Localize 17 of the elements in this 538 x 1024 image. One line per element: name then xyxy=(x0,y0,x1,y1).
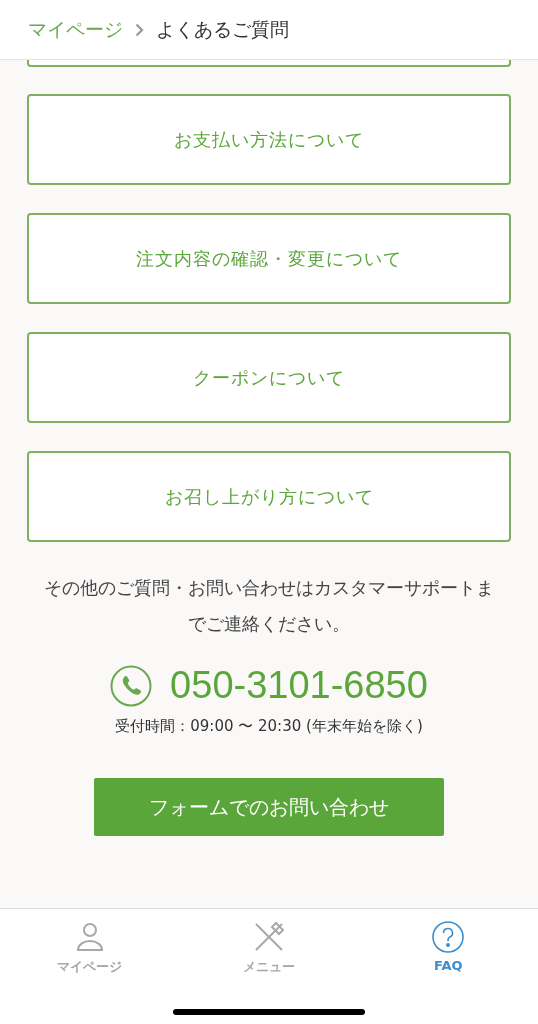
contact-form-button[interactable]: フォームでのお問い合わせ xyxy=(94,778,444,836)
faq-card[interactable]: クーポンについて xyxy=(27,332,511,423)
faq-card[interactable]: 注文内容の確認・変更について xyxy=(27,213,511,304)
page-title: よくあるご質問 xyxy=(156,16,289,42)
faq-card[interactable]: お支払い方法について xyxy=(27,94,511,185)
faq-card[interactable] xyxy=(27,60,511,67)
tab-bar-item[interactable]: メニュー xyxy=(179,919,359,977)
tab-bar-item[interactable]: マイページ xyxy=(0,919,180,977)
faq-card[interactable]: お召し上がり方について xyxy=(27,451,511,542)
phone-number[interactable]: 050-3101-6850 xyxy=(170,664,428,707)
phone-icon xyxy=(110,664,153,707)
support-message: その他のご質問・お問い合わせはカスタマーサポートまでご連絡ください。 xyxy=(43,576,495,636)
help-icon xyxy=(431,920,466,954)
business-hours: 受付時間：09:00 〜 20:30 (年末年始を除く) xyxy=(115,717,423,736)
chevron-icon xyxy=(135,22,144,37)
breadcrumb-link[interactable]: マイページ xyxy=(28,16,123,43)
tab-bar-item[interactable]: FAQ xyxy=(358,919,538,977)
